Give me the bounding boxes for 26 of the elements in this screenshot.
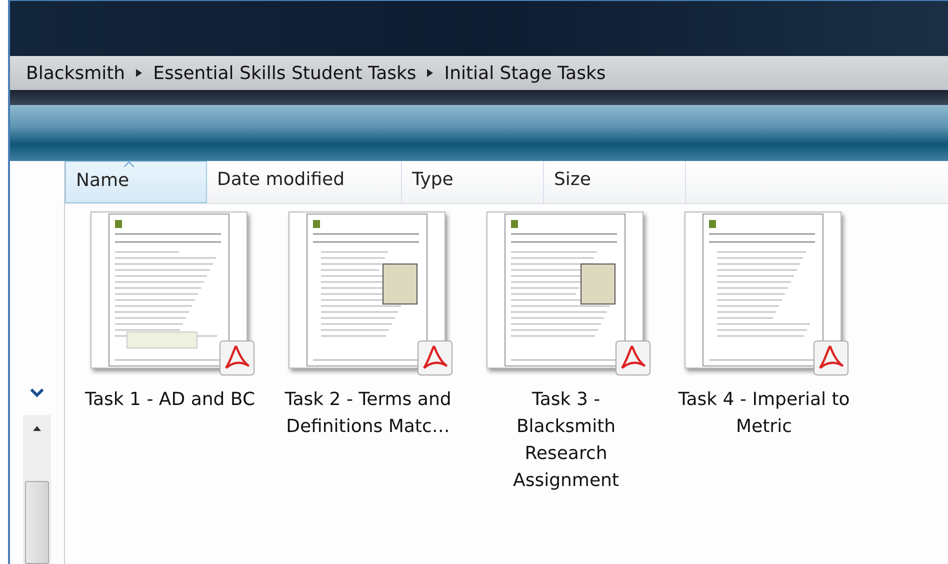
pdf-icon [813, 340, 849, 376]
column-header[interactable]: Type [402, 161, 544, 203]
scrollbar[interactable] [23, 415, 51, 564]
document-thumbnail-drawing[interactable] [683, 210, 843, 370]
document-thumbnail-drawing[interactable] [287, 210, 447, 370]
breadcrumb-item[interactable]: Essential Skills Student Tasks [153, 62, 416, 84]
scrollbar-thumb[interactable] [25, 481, 49, 564]
file-name[interactable]: Task 1 - AD and BC [75, 386, 265, 413]
file-name[interactable]: Task 2 - Terms and Definitions Matc… [273, 386, 463, 440]
breadcrumb-item[interactable]: Initial Stage Tasks [444, 62, 606, 84]
breadcrumb-item[interactable]: Blacksmith [26, 62, 126, 84]
pdf-icon [615, 340, 651, 376]
document-thumbnail-drawing[interactable] [89, 210, 249, 370]
address-bar[interactable]: Blacksmith Essential Skills Student Tasks Initial Stage Tasks [10, 56, 948, 90]
file-name[interactable]: Task 3 - Blacksmith Research Assignment [491, 386, 641, 494]
scroll-up-icon[interactable] [32, 425, 42, 431]
chevron-icon[interactable] [426, 68, 434, 78]
column-header[interactable]: Name [65, 161, 207, 203]
column-header[interactable]: Date modified [207, 161, 402, 203]
file-name[interactable]: Task 4 - Imperial to Metric [669, 386, 859, 440]
chevron-icon[interactable] [135, 68, 144, 78]
document-thumbnail-drawing[interactable] [485, 210, 645, 370]
pdf-icon [219, 340, 255, 376]
pdf-icon [417, 340, 453, 376]
column-header[interactable]: Size [544, 161, 686, 203]
chevron-down-icon[interactable] [29, 387, 45, 399]
